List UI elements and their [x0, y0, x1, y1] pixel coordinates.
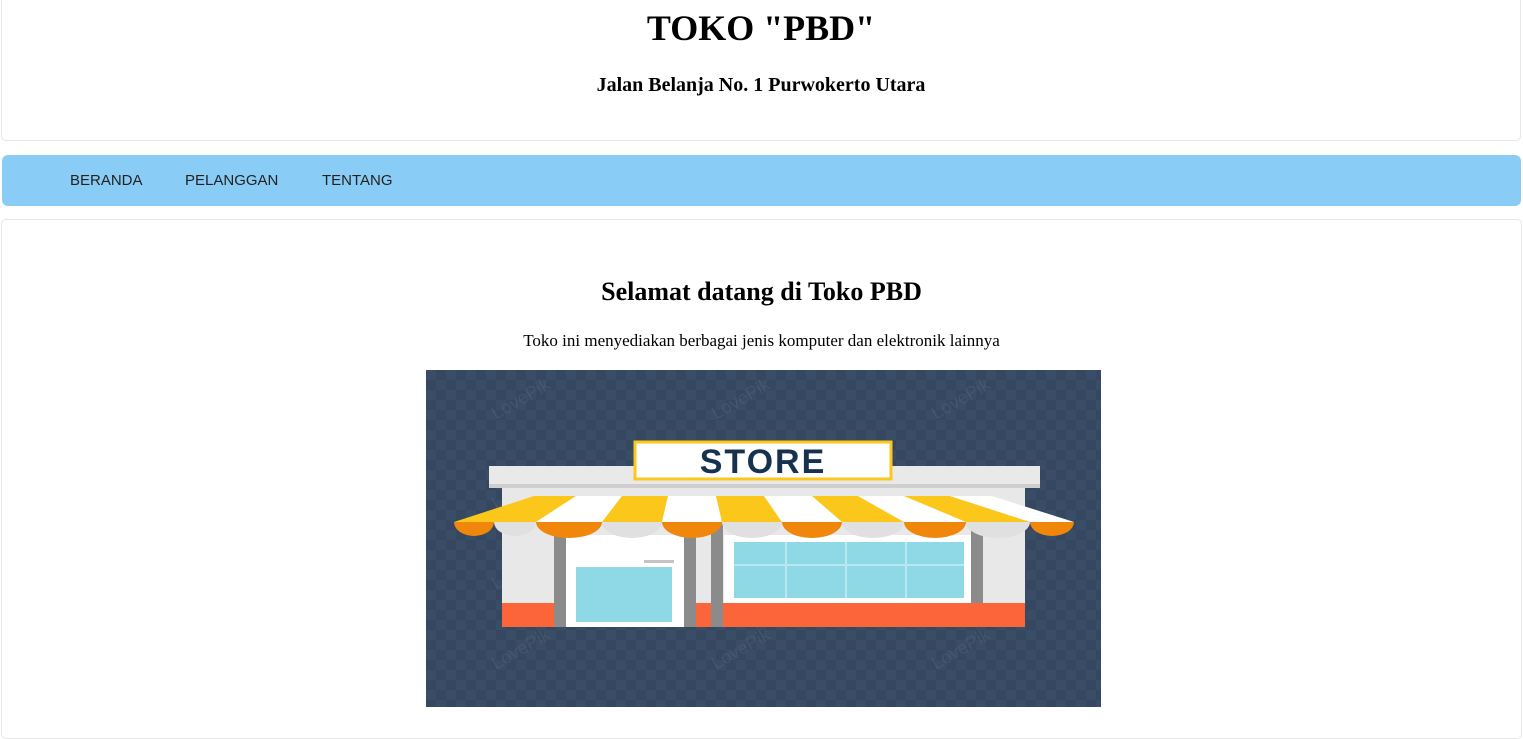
main-content: Selamat datang di Toko PBD Toko ini meny… [1, 219, 1522, 739]
store-illustration: LovePik LovePik LovePik LovePik LovePik … [426, 370, 1101, 707]
nav-item-pelanggan[interactable]: PELANGGAN [185, 155, 278, 206]
welcome-description: Toko ini menyediakan berbagai jenis komp… [523, 331, 1000, 350]
store-address: Jalan Belanja No. 1 Purwokerto Utara [596, 74, 926, 96]
store-title: TOKO "PBD" [646, 8, 876, 48]
nav-item-tentang[interactable]: TENTANG [322, 155, 393, 206]
main-navbar: BERANDA PELANGGAN TENTANG [2, 155, 1521, 206]
store-awning [454, 496, 1074, 538]
site-header: TOKO "PBD" Jalan Belanja No. 1 Purwokert… [1, 0, 1521, 141]
nav-item-beranda[interactable]: BERANDA [70, 155, 143, 206]
store-sign-text: STORE [700, 443, 827, 481]
welcome-heading: Selamat datang di Toko PBD [601, 277, 922, 306]
